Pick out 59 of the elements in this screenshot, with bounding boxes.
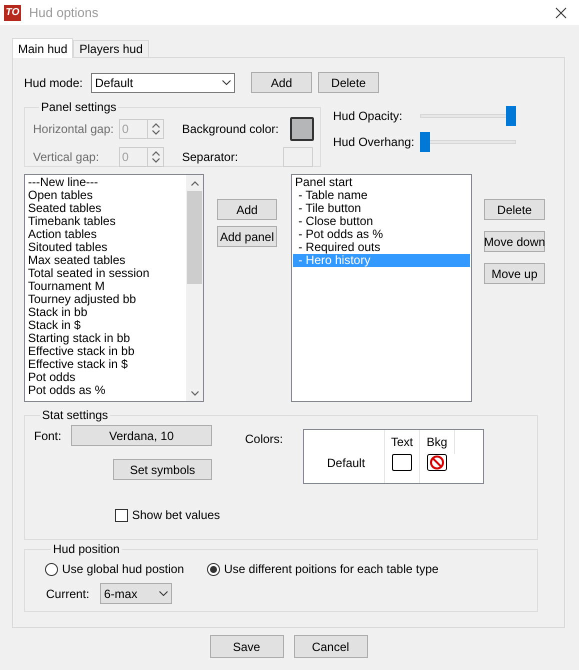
list-item[interactable]: Panel start — [293, 176, 470, 189]
current-label: Current: — [46, 586, 90, 602]
list-item[interactable]: - Close button — [293, 215, 470, 228]
slider-label: Hud Opacity: — [333, 108, 404, 125]
list-item[interactable]: Tourney adjusted bb — [28, 293, 186, 306]
list-item[interactable]: - Pot odds as % — [293, 228, 470, 241]
radio-label: Use different poitions for each table type — [224, 561, 439, 578]
app-logo: TO — [4, 4, 21, 20]
panel-action-button[interactable]: Move down — [484, 231, 545, 252]
column-header: Text — [391, 434, 414, 451]
list-item[interactable]: - Tile button — [293, 202, 470, 215]
group-title: Stat settings — [41, 407, 110, 424]
font-label: Font: — [34, 428, 62, 444]
hud-mode-dropdown[interactable]: Default — [91, 72, 235, 92]
list-item[interactable]: Pot odds as % — [28, 384, 186, 397]
list-item[interactable]: Stack in $ — [28, 319, 186, 332]
list-item[interactable]: Stack in bb — [28, 306, 186, 319]
list-item[interactable]: Open tables — [28, 189, 186, 202]
list-item[interactable]: Sitouted tables — [28, 241, 186, 254]
panel-action-button[interactable]: Move up — [484, 263, 545, 284]
list-item[interactable]: Effective stack in bb — [28, 345, 186, 358]
set-symbols-button[interactable]: Set symbols — [113, 459, 212, 480]
separator-label: Separator: — [182, 149, 240, 166]
checkbox-label: Show bet values — [132, 507, 220, 524]
panel-action-button[interactable]: Delete — [484, 199, 545, 220]
list-item[interactable]: Pot odds — [28, 371, 186, 384]
tab[interactable]: Main hud — [12, 38, 74, 58]
hud-mode-button[interactable]: Add — [251, 72, 312, 93]
hud-mode-label: Hud mode: — [24, 74, 84, 92]
background-color-label: Background color: — [182, 121, 280, 138]
group-title: Hud position — [52, 541, 121, 558]
row-label: Default — [327, 455, 366, 472]
list-item[interactable]: Action tables — [28, 228, 186, 241]
list-item[interactable]: Effective stack in $ — [28, 358, 186, 371]
vertical-gap-label: Vertical gap: — [33, 149, 100, 166]
font-button[interactable]: Verdana, 10 — [71, 425, 212, 446]
hud-mode-button[interactable]: Delete — [318, 72, 379, 93]
window-title: Hud options — [29, 4, 98, 22]
list-item[interactable]: Tournament M — [28, 280, 186, 293]
table-type-dropdown[interactable]: 6-max — [100, 583, 172, 604]
group-title: Panel settings — [40, 99, 118, 116]
list-item[interactable]: Starting stack in bb — [28, 332, 186, 345]
add-button[interactable]: Add panel — [217, 226, 277, 247]
list-item[interactable]: Timebank tables — [28, 215, 186, 228]
tab[interactable]: Players hud — [73, 40, 149, 57]
colors-label: Colors: — [245, 431, 284, 448]
list-item[interactable]: - Table name — [293, 189, 470, 202]
list-item[interactable]: ---New line--- — [28, 176, 186, 189]
list-item[interactable]: - Required outs — [293, 241, 470, 254]
list-item[interactable]: Max seated tables — [28, 254, 186, 267]
horizontal-gap-label: Horizontal gap: — [33, 121, 115, 138]
dialog-button[interactable]: Cancel — [294, 635, 368, 658]
slider-label: Hud Overhang: — [333, 134, 416, 151]
list-item[interactable]: Total seated in session — [28, 267, 186, 280]
add-button[interactable]: Add — [217, 199, 277, 220]
column-header: Bkg — [426, 434, 448, 451]
dialog-button[interactable]: Save — [210, 635, 284, 658]
radio-label: Use global hud postion — [62, 561, 184, 578]
list-item[interactable]: Seated tables — [28, 202, 186, 215]
